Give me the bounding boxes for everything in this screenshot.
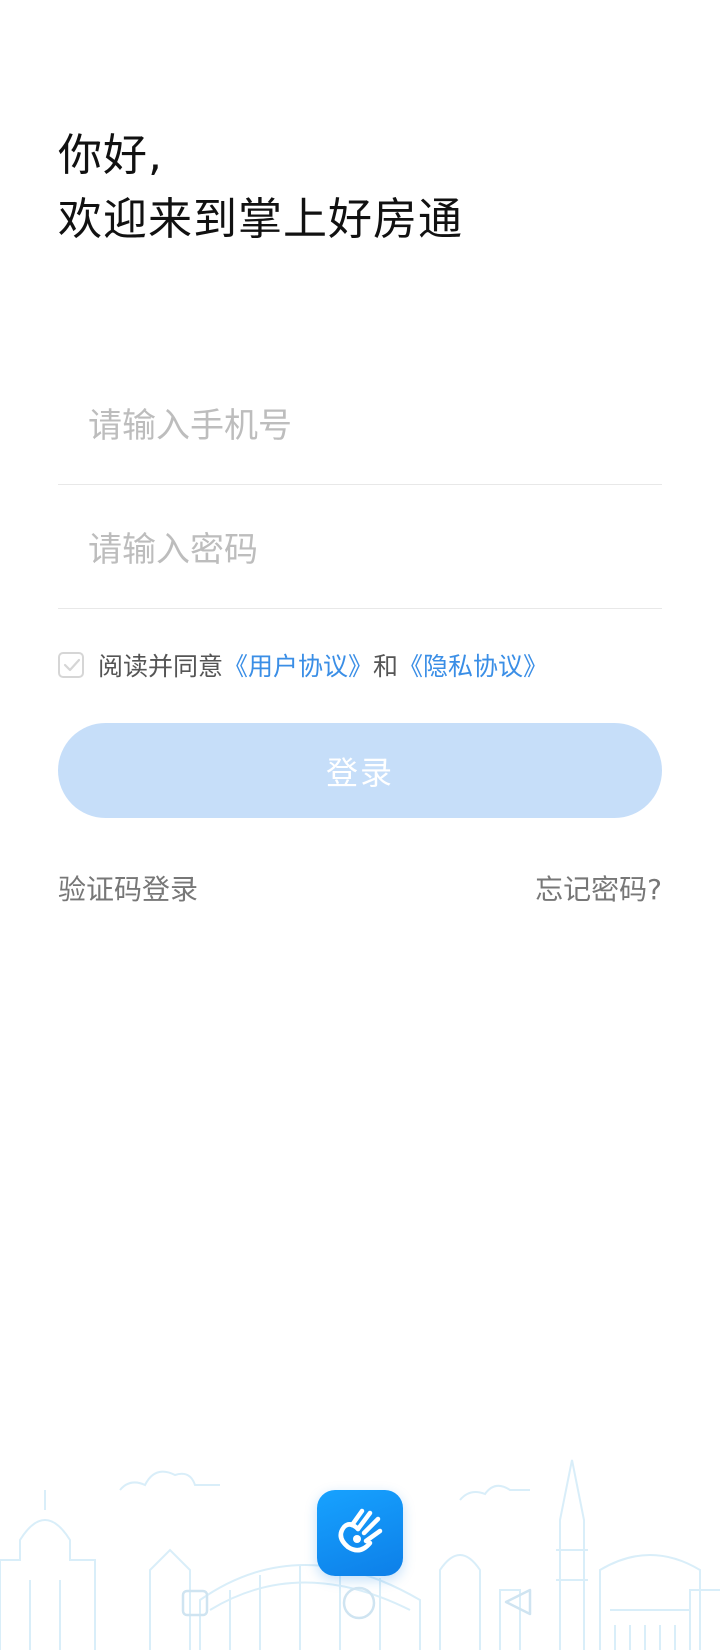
agreement-conjunction: 和 — [373, 652, 399, 681]
greeting-heading: 你好, 欢迎来到掌上好房通 — [58, 124, 463, 252]
login-screen: 你好, 欢迎来到掌上好房通 阅读并同意 《用户协议》 和 《隐私协议》 登录 验… — [0, 0, 720, 1650]
phone-field — [58, 360, 662, 485]
agreement-row: 阅读并同意 《用户协议》 和 《隐私协议》 — [58, 648, 548, 682]
greeting-line-2: 欢迎来到掌上好房通 — [58, 194, 463, 245]
circle-icon[interactable] — [340, 1584, 378, 1622]
password-field — [58, 484, 662, 609]
phone-input[interactable] — [88, 406, 628, 446]
code-login-link[interactable]: 验证码登录 — [58, 868, 198, 908]
login-button[interactable]: 登录 — [58, 723, 662, 818]
user-agreement-link[interactable]: 《用户协议》 — [223, 647, 373, 683]
check-icon — [63, 658, 81, 672]
password-input[interactable] — [88, 530, 628, 570]
agreement-checkbox[interactable] — [58, 652, 84, 678]
app-logo-icon — [338, 1508, 383, 1553]
agreement-prefix: 阅读并同意 — [98, 652, 224, 681]
forgot-password-link[interactable]: 忘记密码? — [535, 868, 662, 908]
privacy-agreement-link[interactable]: 《隐私协议》 — [398, 647, 548, 683]
greeting-line-1: 你好, — [58, 130, 163, 181]
square-icon[interactable] — [180, 1588, 210, 1618]
back-triangle-icon[interactable] — [502, 1586, 534, 1618]
app-logo — [317, 1490, 403, 1576]
